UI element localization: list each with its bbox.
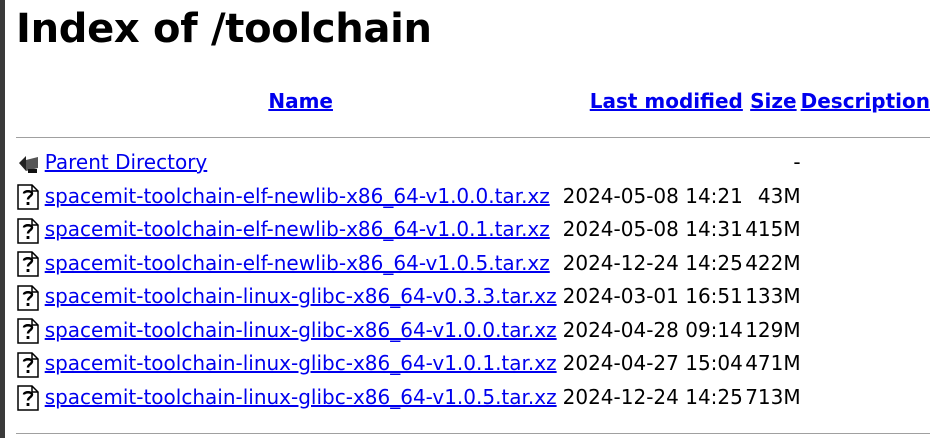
icon-cell [16,280,45,314]
unknown-file-icon [16,318,40,344]
description-cell [801,314,930,348]
unknown-file-icon [16,385,40,411]
name-cell: spacemit-toolchain-linux-glibc-x86_64-v0… [45,280,557,314]
name-cell: spacemit-toolchain-linux-glibc-x86_64-v1… [45,314,557,348]
sort-by-last-modified-link[interactable]: Last modified [590,89,743,113]
icon-cell [16,180,45,214]
name-cell: spacemit-toolchain-elf-newlib-x86_64-v1.… [45,180,557,214]
description-cell [801,381,930,415]
description-cell [801,146,930,180]
modified-cell: 2024-12-24 14:25 [562,250,743,275]
parent-directory-row: Parent Directory - [16,146,930,180]
file-link[interactable]: spacemit-toolchain-elf-newlib-x86_64-v1.… [45,217,550,241]
parent-directory-link[interactable]: Parent Directory [45,150,208,174]
name-cell: Parent Directory [45,146,557,180]
size-cell: 43M [757,183,801,208]
file-link[interactable]: spacemit-toolchain-elf-newlib-x86_64-v1.… [45,184,550,208]
modified-cell: 2024-12-24 14:25 [562,384,743,409]
size-cell: 471M [745,351,801,375]
file-row: spacemit-toolchain-elf-newlib-x86_64-v1.… [16,180,930,214]
size-cell: - [793,150,801,174]
file-listing-table: Name Last modified Size Description Pare… [16,84,930,442]
file-link[interactable]: spacemit-toolchain-linux-glibc-x86_64-v1… [45,318,557,342]
name-cell: spacemit-toolchain-linux-glibc-x86_64-v1… [45,381,557,415]
file-row: spacemit-toolchain-linux-glibc-x86_64-v1… [16,314,930,348]
separator-row [16,120,930,146]
icon-cell [16,146,45,180]
name-column-header: Name [45,84,557,120]
sort-by-description-link[interactable]: Description [801,89,930,113]
name-cell: spacemit-toolchain-elf-newlib-x86_64-v1.… [45,247,557,281]
description-column-header: Description [801,84,930,120]
window-edge [0,0,5,438]
size-cell: 133M [745,284,801,308]
file-link[interactable]: spacemit-toolchain-linux-glibc-x86_64-v1… [45,385,557,409]
modified-cell: 2024-03-01 16:51 [562,284,743,308]
bottom-separator [16,432,930,434]
description-cell [801,180,930,214]
header-row: Name Last modified Size Description [16,84,930,120]
description-cell [801,280,930,314]
page-title: Index of /toolchain [16,6,432,52]
file-row: spacemit-toolchain-linux-glibc-x86_64-v1… [16,347,930,381]
name-cell: spacemit-toolchain-elf-newlib-x86_64-v1.… [45,213,557,247]
modified-cell: 2024-04-28 09:14 [562,317,743,342]
icon-column-header [16,84,45,120]
file-link[interactable]: spacemit-toolchain-linux-glibc-x86_64-v0… [45,284,557,308]
size-cell: 129M [745,317,801,342]
description-cell [801,247,930,281]
icon-cell [16,247,45,281]
sort-by-size-link[interactable]: Size [750,89,796,113]
top-separator [16,136,930,138]
unknown-file-icon [16,284,40,311]
last-modified-column-header: Last modified [557,84,745,120]
file-row: spacemit-toolchain-linux-glibc-x86_64-v1… [16,381,930,415]
file-row: spacemit-toolchain-elf-newlib-x86_64-v1.… [16,213,930,247]
file-link[interactable]: spacemit-toolchain-linux-glibc-x86_64-v1… [45,351,557,375]
icon-cell [16,213,45,247]
icon-cell [16,381,45,415]
unknown-file-icon [16,217,40,244]
size-column-header: Size [745,84,801,120]
size-cell: 422M [745,250,801,275]
unknown-file-icon [16,251,40,277]
file-link[interactable]: spacemit-toolchain-elf-newlib-x86_64-v1.… [45,251,550,275]
modified-cell: 2024-04-27 15:04 [562,351,743,375]
icon-cell [16,347,45,381]
modified-cell: 2024-05-08 14:31 [562,217,743,241]
sort-by-name-link[interactable]: Name [268,89,333,113]
modified-cell [557,146,745,180]
description-cell [801,347,930,381]
name-cell: spacemit-toolchain-linux-glibc-x86_64-v1… [45,347,557,381]
back-folder-icon [16,151,40,177]
icon-cell [16,314,45,348]
description-cell [801,213,930,247]
file-row: spacemit-toolchain-linux-glibc-x86_64-v0… [16,280,930,314]
modified-cell: 2024-05-08 14:21 [562,183,743,208]
size-cell: 415M [745,217,801,241]
unknown-file-icon [16,351,40,378]
file-row: spacemit-toolchain-elf-newlib-x86_64-v1.… [16,247,930,281]
size-cell: 713M [745,384,801,409]
unknown-file-icon [16,184,40,210]
